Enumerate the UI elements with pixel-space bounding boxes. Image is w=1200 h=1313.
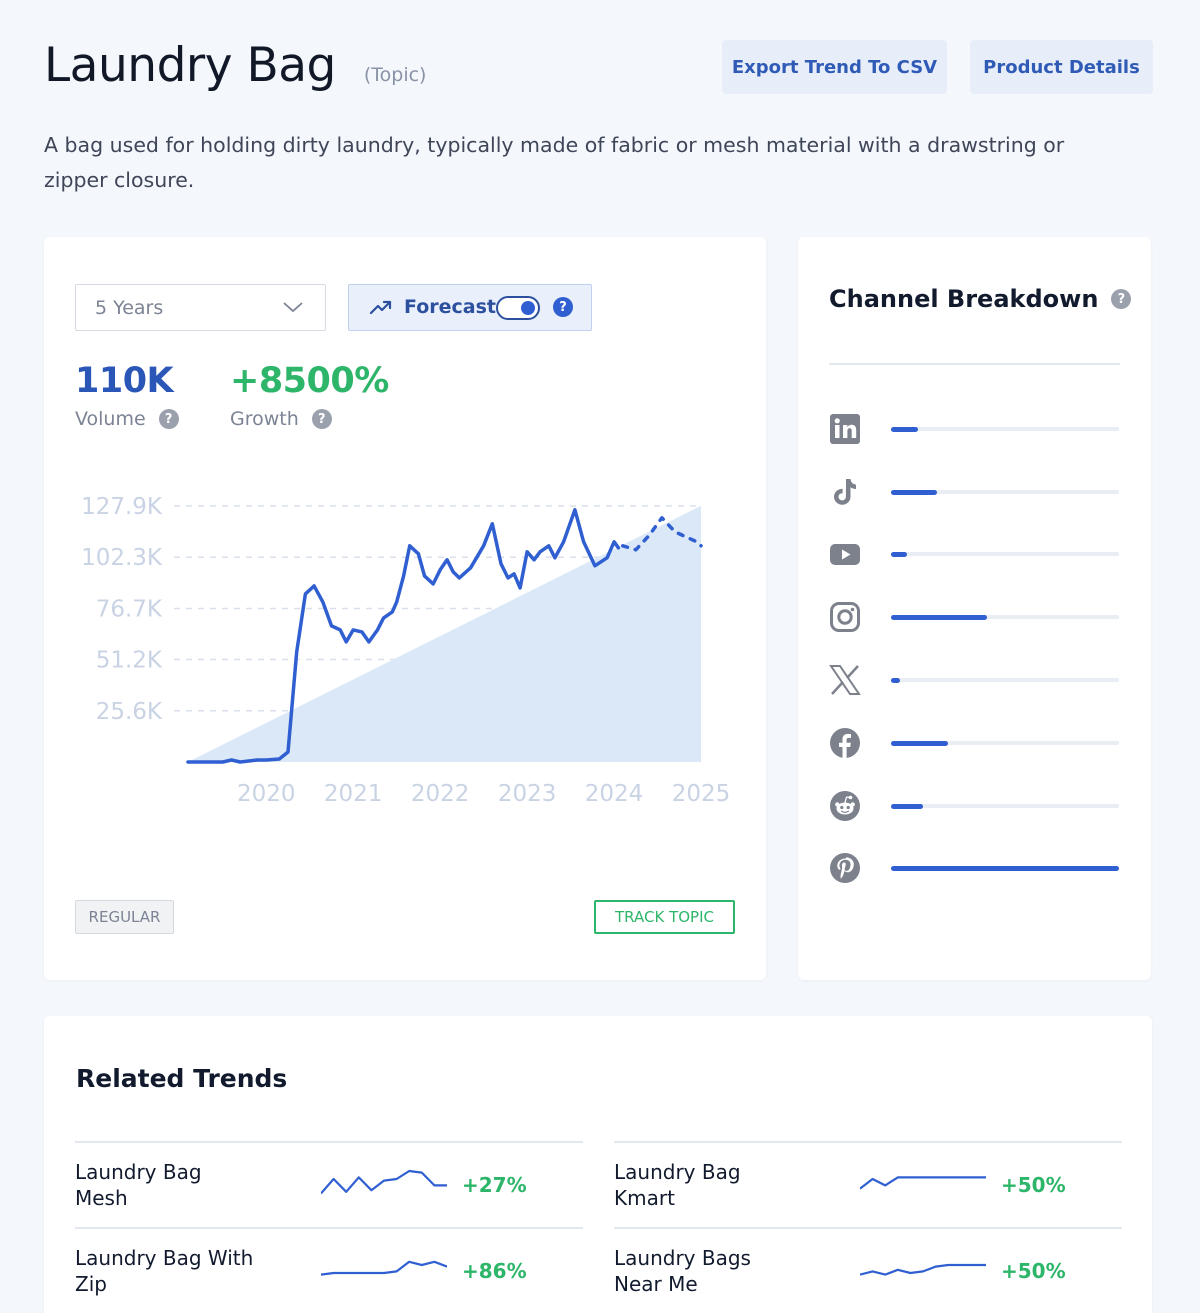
growth-help-icon[interactable]: ? [311, 409, 332, 429]
sparkline-path [321, 1260, 447, 1276]
page-title: Laundry Bag [44, 38, 336, 93]
youtube-icon [830, 544, 860, 565]
channel-bar-track [891, 803, 1119, 809]
channel-bar-track [891, 865, 1119, 871]
sparkline [860, 1176, 986, 1190]
channel-bar [891, 614, 987, 620]
channel-row-youtube [829, 538, 1120, 572]
related-trend-growth: +27% [462, 1173, 527, 1197]
related-trend-item[interactable]: Laundry Bag Mesh +27% [75, 1141, 583, 1227]
channel-bar-track [891, 426, 1119, 432]
channel-bar [891, 551, 907, 557]
volume-help-icon[interactable]: ? [158, 409, 179, 429]
y-tick-label: 102.3K [81, 545, 163, 571]
time-range-select[interactable]: 5 Years [75, 284, 326, 331]
forecast-help-icon[interactable]: ? [553, 297, 573, 317]
related-trend-name: Laundry Bag With Zip [75, 1246, 254, 1296]
y-tick-label: 25.6K [96, 699, 163, 725]
instagram-icon [830, 602, 860, 632]
y-tick-label: 127.9K [81, 494, 163, 520]
channel-bar [891, 865, 1119, 871]
channel-bar-track [891, 489, 1119, 495]
forecast-band [188, 505, 701, 762]
page-header: Laundry Bag (Topic) [44, 38, 426, 93]
x-tick-label: 2022 [411, 781, 470, 807]
divider [829, 363, 1120, 365]
channel-bar [891, 803, 923, 809]
volume-label-group: Volume ? [75, 408, 179, 430]
product-details-button[interactable]: Product Details [970, 40, 1153, 94]
channel-bar-track [891, 551, 1119, 557]
channel-breakdown-heading: Channel Breakdown ? [829, 285, 1132, 313]
track-topic-button[interactable]: TRACK TOPIC [594, 900, 735, 934]
x-tick-label: 2020 [237, 781, 296, 807]
related-trend-name: Laundry Bag Kmart [614, 1160, 741, 1210]
related-trend-growth: +50% [1001, 1173, 1066, 1197]
sparkline [321, 1169, 447, 1195]
sparkline [860, 1263, 986, 1276]
growth-value: +8500% [230, 361, 389, 401]
forecast-control: Forecast ? [348, 284, 592, 331]
y-tick-label: 76.7K [96, 596, 163, 622]
related-trend-name: Laundry Bags Near Me [614, 1246, 751, 1296]
x-tick-label: 2025 [672, 781, 731, 807]
channel-help-icon[interactable]: ? [1111, 289, 1132, 309]
forecast-toggle[interactable] [496, 296, 540, 320]
volume-label: Volume [75, 408, 146, 430]
related-trend-name: Laundry Bag Mesh [75, 1160, 202, 1210]
reddit-icon [830, 791, 860, 821]
x-tick-label: 2023 [498, 781, 557, 807]
growth-label-group: Growth ? [230, 408, 332, 430]
channel-row-tiktok [829, 476, 1120, 510]
x-tick-label: 2024 [585, 781, 644, 807]
time-range-value: 5 Years [95, 296, 164, 319]
channel-row-instagram [829, 601, 1120, 635]
growth-label: Growth [230, 408, 299, 430]
channel-bar [891, 489, 937, 495]
channel-row-facebook [829, 727, 1120, 761]
facebook-icon [830, 728, 860, 758]
sparkline-path [860, 1263, 986, 1276]
channel-bar-track [891, 740, 1119, 746]
related-trend-growth: +50% [1001, 1259, 1066, 1283]
channel-row-reddit [829, 790, 1120, 824]
x-icon [829, 665, 861, 695]
channel-bar-track [891, 677, 1119, 683]
topic-description: A bag used for holding dirty laundry, ty… [44, 133, 1065, 192]
related-trend-growth: +86% [462, 1259, 527, 1283]
related-trend-item[interactable]: Laundry Bags Near Me +50% [614, 1227, 1122, 1313]
sparkline-path [860, 1176, 986, 1190]
tiktok-icon [834, 479, 856, 505]
pinterest-icon [830, 853, 860, 883]
trend-card: 5 Years Forecast ? 110K +8500% Volume ? … [44, 237, 766, 980]
chevron-down-icon [283, 302, 303, 313]
channel-breakdown-title: Channel Breakdown [829, 285, 1099, 313]
related-trend-item[interactable]: Laundry Bag With Zip +86% [75, 1227, 583, 1313]
export-csv-button[interactable]: Export Trend To CSV [722, 40, 947, 94]
linkedin-icon [830, 414, 860, 444]
toggle-knob [521, 301, 535, 315]
related-trend-item[interactable]: Laundry Bag Kmart +50% [614, 1141, 1122, 1227]
channel-row-x [829, 664, 1120, 698]
regular-badge: REGULAR [75, 900, 174, 934]
related-trends-card: Related Trends Laundry Bag Mesh +27% Lau… [44, 1016, 1152, 1313]
channel-bar [891, 740, 948, 746]
channel-bar [891, 426, 919, 432]
channel-row-linkedin [829, 413, 1120, 447]
sparkline-path [321, 1169, 447, 1195]
channel-row-pinterest [829, 852, 1120, 886]
volume-value: 110K [75, 361, 174, 401]
related-trends-title: Related Trends [76, 1064, 288, 1093]
trend-chart[interactable]: 127.9K 102.3K 76.7K 51.2K 25.6K 2020 2021 2022… [44, 467, 766, 827]
x-tick-label: 2021 [324, 781, 383, 807]
channel-bar-track [891, 614, 1119, 620]
forecast-label: Forecast [404, 296, 496, 318]
channel-bar [891, 677, 901, 683]
trending-up-icon [369, 300, 392, 315]
channel-breakdown-card: Channel Breakdown ? [798, 237, 1151, 980]
y-tick-label: 51.2K [96, 648, 163, 674]
sparkline [321, 1260, 447, 1276]
topic-tag: (Topic) [363, 64, 427, 86]
